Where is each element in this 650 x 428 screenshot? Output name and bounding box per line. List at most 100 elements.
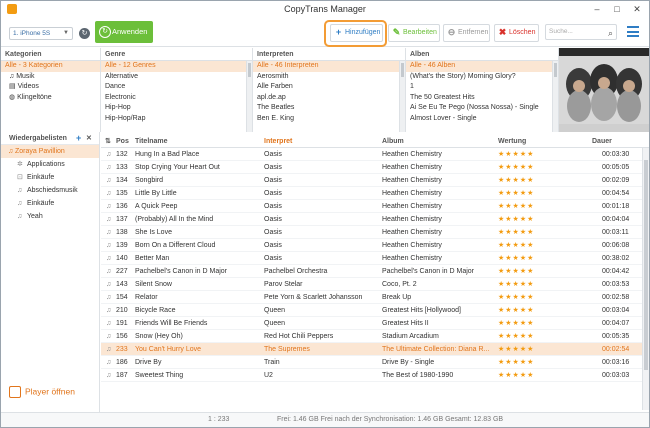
album-item[interactable]: The 50 Greatest Hits <box>406 93 558 104</box>
table-row[interactable]: ♫ 132 Hung In a Bad Place Oasis Heathen Chem… <box>101 148 649 161</box>
column-pos[interactable]: Pos <box>116 135 129 148</box>
genre-item[interactable]: Electronic <box>101 93 252 104</box>
search-input[interactable]: Suche... ⌕ <box>545 24 617 40</box>
artist-item[interactable]: Alle Farben <box>253 82 405 93</box>
remove-button[interactable]: ⊖ Entfernen <box>443 24 490 42</box>
cell-title: A Quick Peep <box>135 203 178 210</box>
cell-title: Better Man <box>135 255 170 262</box>
column-rating[interactable]: Wertung <box>498 135 526 148</box>
album-item[interactable]: Almost Lover - Single <box>406 114 558 125</box>
table-row[interactable]: ♫ 227 Pachelbel's Canon in D Major Pachelbe… <box>101 265 649 278</box>
cell-duration: 00:38:02 <box>602 255 630 262</box>
genre-item[interactable]: Hip-Hop/Rap <box>101 114 252 125</box>
album-item[interactable]: Alle - 46 Alben <box>406 61 558 72</box>
cell-pos: 233 <box>116 346 128 353</box>
cell-rating: ★★★★★ <box>498 307 535 314</box>
cell-title: Drive By <box>135 359 162 366</box>
genre-item[interactable]: Alle - 12 Genres <box>101 61 252 72</box>
genre-pane: Genre Alle - 12 Genres Alternative Dance… <box>101 48 253 132</box>
apply-button[interactable]: ↻ Anwenden <box>95 21 153 43</box>
artist-item[interactable]: Ben E. King <box>253 114 405 125</box>
cell-rating: ★★★★★ <box>498 346 535 353</box>
table-row[interactable]: ♫ 133 Stop Crying Your Heart Out Oasis Heath… <box>101 161 649 174</box>
cell-artist: U2 <box>264 372 273 379</box>
genre-header: Genre <box>101 48 252 61</box>
playlist-item[interactable]: ♫ Einkäufe <box>1 197 99 210</box>
cell-album: The Ultimate Collection: Diana R... <box>382 346 490 353</box>
album-cover-image <box>559 48 649 132</box>
category-item-all[interactable]: Alle - 3 Kategorien <box>1 61 100 72</box>
column-artist[interactable]: Interpret <box>264 135 292 148</box>
cell-album: Heathen Chemistry <box>382 190 442 197</box>
column-album[interactable]: Album <box>382 135 404 148</box>
genre-item[interactable]: Dance <box>101 82 252 93</box>
delete-button[interactable]: ✖ Löschen <box>494 24 539 42</box>
table-row[interactable]: ♫ 154 Relator Pete Yorn & Scarlett Johansso… <box>101 291 649 304</box>
artist-item[interactable]: Aerosmith <box>253 72 405 83</box>
hamburger-menu-icon[interactable] <box>627 26 639 37</box>
playlist-item[interactable]: ♫ Abschiedsmusik <box>1 184 99 197</box>
album-item[interactable]: (What's the Story) Morning Glory? <box>406 72 558 83</box>
search-placeholder: Suche... <box>549 28 573 35</box>
add-playlist-icon[interactable]: + <box>76 132 81 145</box>
cell-title: (Probably) All In the Mind <box>135 216 214 223</box>
album-item[interactable]: 1 <box>406 82 558 93</box>
cell-duration: 00:03:11 <box>602 229 629 236</box>
cell-title: She Is Love <box>135 229 172 236</box>
minimize-button[interactable]: – <box>587 3 607 15</box>
device-select[interactable]: 1. iPhone 5S ▼ <box>9 27 73 40</box>
column-duration[interactable]: Dauer <box>592 135 612 148</box>
genre-scrollbar[interactable] <box>246 61 252 132</box>
playlist-item[interactable]: ♫ Zoraya Pavillion <box>1 145 99 158</box>
table-row[interactable]: ♫ 156 Snow (Hey Oh) Red Hot Chili Peppers St… <box>101 330 649 343</box>
music-note-icon: ♫ <box>106 151 112 158</box>
artist-item[interactable]: Alle - 46 Interpreten <box>253 61 405 72</box>
table-row[interactable]: ♫ 138 She Is Love Oasis Heathen Chemistry ★★★… <box>101 226 649 239</box>
edit-button[interactable]: ✎ Bearbeiten <box>388 24 440 42</box>
playlist-item[interactable]: ✲ Applications <box>1 158 99 171</box>
cell-title: Relator <box>135 294 158 301</box>
cell-duration: 00:02:58 <box>602 294 630 301</box>
player-open-button[interactable]: Player öffnen <box>9 386 75 398</box>
refresh-icon[interactable]: ↻ <box>79 28 90 39</box>
cell-artist: Parov Stelar <box>264 281 303 288</box>
playlist-icon: ♫ <box>17 187 23 194</box>
cell-pos: 191 <box>116 320 128 327</box>
genre-item[interactable]: Hip-Hop <box>101 103 252 114</box>
artist-item[interactable]: apl.de.ap <box>253 93 405 104</box>
table-row[interactable]: ♫ 136 A Quick Peep Oasis Heathen Chemistry ★★… <box>101 200 649 213</box>
playlist-item[interactable]: ♫ Yeah <box>1 210 99 223</box>
close-window-button[interactable]: ✕ <box>627 3 647 15</box>
table-row[interactable]: ♫ 186 Drive By Train Drive By - Single ★★★★★ 0… <box>101 356 649 369</box>
cell-duration: 00:06:08 <box>602 242 630 249</box>
category-item-music[interactable]: ♫ Musik <box>1 72 100 83</box>
table-row[interactable]: ♫ 135 Little By Little Oasis Heathen Chemist… <box>101 187 649 200</box>
table-row[interactable]: ♫ 137 (Probably) All In the Mind Oasis Heath… <box>101 213 649 226</box>
category-item-ringtones[interactable]: ◍ Klingeltöne <box>1 93 100 104</box>
artist-item[interactable]: The Beatles <box>253 103 405 114</box>
table-row[interactable]: ♫ 191 Friends Will Be Friends Queen Greatest… <box>101 317 649 330</box>
category-item-videos[interactable]: ▤ Videos <box>1 82 100 93</box>
table-row[interactable]: ♫ 210 Bicycle Race Queen Greatest Hits [Holl… <box>101 304 649 317</box>
genre-item[interactable]: Alternative <box>101 72 252 83</box>
artist-scrollbar[interactable] <box>399 61 405 132</box>
table-row[interactable]: ♫ 139 Born On a Different Cloud Oasis Heathe… <box>101 239 649 252</box>
maximize-button[interactable]: □ <box>607 3 627 15</box>
table-row[interactable]: ♫ 187 Sweetest Thing U2 The Best of 1980-199… <box>101 369 649 382</box>
column-title[interactable]: Titelname <box>135 135 168 148</box>
album-scrollbar[interactable] <box>552 61 558 132</box>
sort-icon[interactable]: ⇅ <box>105 135 111 148</box>
table-row[interactable]: ♫ 134 Songbird Oasis Heathen Chemistry ★★★★★ 0… <box>101 174 649 187</box>
cell-artist: Pete Yorn & Scarlett Johansson <box>264 294 363 301</box>
remove-playlist-icon[interactable]: ✕ <box>86 132 92 145</box>
table-scrollbar[interactable] <box>642 148 649 410</box>
cart-icon: ⊡ <box>17 174 23 181</box>
cell-pos: 132 <box>116 151 128 158</box>
categories-pane: Kategorien Alle - 3 Kategorien ♫ Musik ▤… <box>1 48 101 132</box>
playlist-item[interactable]: ⊡ Einkäufe <box>1 171 99 184</box>
table-row[interactable]: ♫ 233 You Can't Hurry Love The Supremes The … <box>101 343 649 356</box>
category-label: Klingeltöne <box>17 93 52 101</box>
album-item[interactable]: Ai Se Eu Te Pego (Nossa Nossa) - Single <box>406 103 558 114</box>
table-row[interactable]: ♫ 140 Better Man Oasis Heathen Chemistry ★★★★… <box>101 252 649 265</box>
table-row[interactable]: ♫ 143 Silent Snow Parov Stelar Coco, Pt. 2 ★★… <box>101 278 649 291</box>
